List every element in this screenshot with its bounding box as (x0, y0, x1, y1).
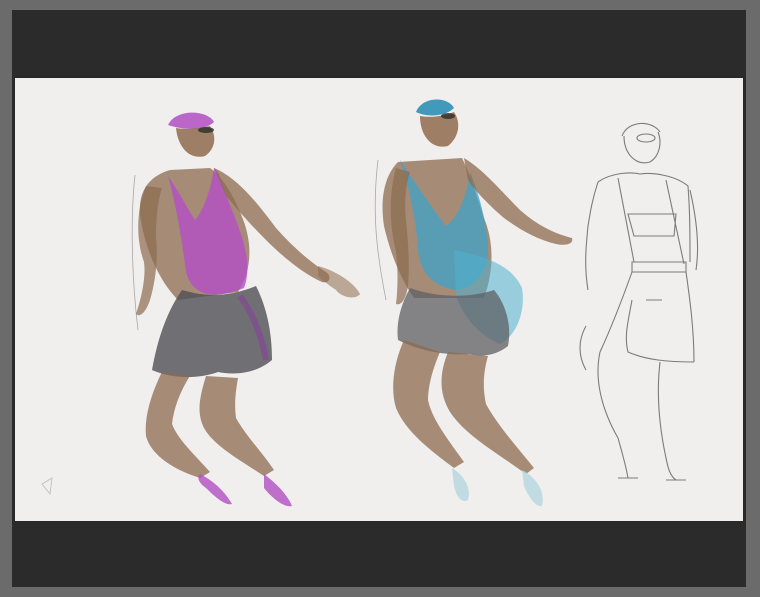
figure-middle-shoe-left (452, 468, 469, 502)
figure-left-skirt (152, 286, 272, 378)
figure-left-shoe-left (198, 474, 232, 505)
figure-middle-shoe-right (522, 470, 543, 507)
figure-right-shirt (587, 172, 691, 263)
figure-left-shoe-right (264, 474, 292, 507)
figure-left-leg-left (145, 372, 210, 478)
costume-sketch (41, 99, 699, 507)
figure-right (579, 122, 699, 481)
pencil-mark (41, 477, 53, 495)
figure-right-straps (617, 177, 685, 265)
figure-right-waistband (631, 261, 687, 273)
figure-right-legs (579, 325, 677, 481)
figure-left-cap (168, 112, 214, 129)
figure-middle (374, 99, 573, 507)
figure-left-leg-right (199, 376, 274, 476)
figure-right-trousers (599, 271, 695, 363)
figure-left (131, 112, 360, 507)
